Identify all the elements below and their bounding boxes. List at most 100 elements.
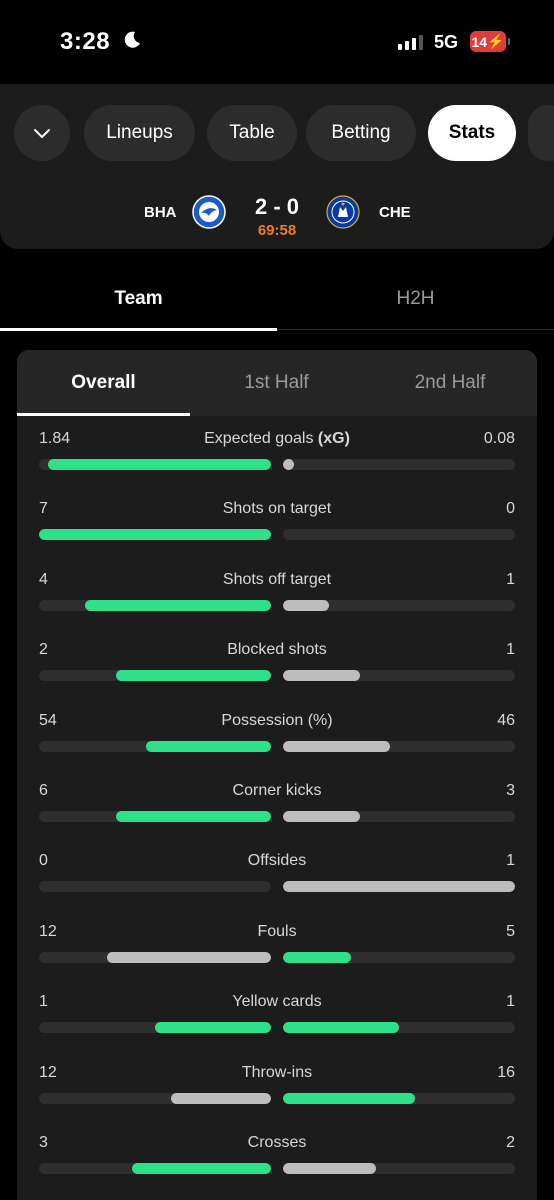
stat-name: Blocked shots — [227, 641, 327, 659]
away-value: 3 — [506, 781, 515, 799]
away-bar-fill — [283, 1162, 376, 1174]
stat-name: Yellow cards — [232, 993, 322, 1011]
away-bar — [283, 1022, 515, 1034]
away-bar — [283, 459, 515, 470]
home-bar-fill — [116, 670, 271, 682]
away-value: 1 — [506, 993, 515, 1011]
stat-name: Corner kicks — [232, 781, 322, 799]
away-bar-fill — [283, 951, 352, 963]
collapse-button[interactable] — [14, 105, 70, 161]
home-team-abbr: BHA — [144, 204, 177, 221]
home-bar — [39, 810, 271, 822]
home-bar — [39, 740, 271, 752]
home-bar-fill — [85, 599, 271, 611]
home-bar-fill — [116, 810, 271, 822]
away-bar — [283, 599, 515, 611]
home-bar — [39, 1162, 271, 1174]
home-bar — [39, 529, 271, 541]
away-value: 0 — [506, 500, 515, 518]
stat-row: 7 Shots on target 0 — [17, 486, 537, 556]
tab-lineups[interactable]: Lineups — [84, 105, 195, 161]
away-value: 5 — [506, 922, 515, 940]
status-bar: 3:28 5G 14 ⚡ — [0, 0, 554, 84]
stat-row: 3 Crosses 2 — [17, 1120, 537, 1190]
home-bar — [39, 1092, 271, 1104]
away-bar-fill — [283, 599, 330, 611]
home-bar-fill — [48, 459, 271, 470]
network-type: 5G — [434, 32, 459, 52]
away-bar-fill — [283, 881, 515, 893]
stat-row: 12 Fouls 5 — [17, 909, 537, 979]
period-tabs: Overall 1st Half 2nd Half — [17, 350, 537, 416]
tab-more-partial[interactable] — [528, 105, 554, 161]
home-bar — [39, 670, 271, 682]
away-bar — [283, 1092, 515, 1104]
away-bar — [283, 810, 515, 822]
clock-time: 3:28 — [60, 28, 111, 55]
score: 2 - 0 — [254, 194, 300, 219]
stat-name: Shots off target — [222, 570, 332, 588]
away-team-abbr: CHE — [379, 204, 411, 221]
home-bar — [39, 459, 271, 470]
home-bar-fill — [107, 951, 271, 963]
stat-row: 2 Blocked shots 1 — [17, 627, 537, 697]
chelsea-crest-icon — [326, 195, 360, 229]
stat-name: Expected goals (xG) — [17, 430, 537, 448]
away-bar-dot — [283, 459, 294, 470]
away-bar — [283, 670, 515, 682]
away-value: 1 — [506, 570, 515, 588]
home-bar-fill — [145, 740, 271, 752]
home-bar-fill — [155, 1022, 271, 1034]
away-bar — [283, 740, 515, 752]
stat-name: Shots on target — [222, 500, 332, 518]
tab-second-half[interactable]: 2nd Half — [363, 350, 537, 416]
stat-row: 1 Yellow cards 1 — [17, 979, 537, 1049]
away-bar — [283, 529, 515, 541]
away-value: 1 — [506, 641, 515, 659]
home-bar — [39, 1022, 271, 1034]
home-bar-fill — [171, 1092, 271, 1104]
tab-team[interactable]: Team — [0, 268, 277, 331]
brighton-crest-icon — [192, 195, 226, 229]
tab-stats[interactable]: Stats — [428, 105, 516, 161]
away-value: 16 — [497, 1063, 515, 1081]
tab-table[interactable]: Table — [207, 105, 297, 161]
home-bar — [39, 881, 271, 893]
tab-betting[interactable]: Betting — [306, 105, 416, 161]
away-bar — [283, 881, 515, 893]
chevron-down-icon — [34, 129, 50, 138]
away-bar-fill — [283, 740, 390, 752]
away-value: 2 — [506, 1133, 515, 1151]
home-bar-fill — [39, 529, 271, 541]
match-clock: 69:58 — [257, 222, 297, 239]
stat-name: Fouls — [257, 922, 297, 940]
view-tabs: Team H2H — [0, 268, 554, 331]
away-bar-fill — [283, 670, 361, 682]
stat-label: Expected goals — [204, 430, 314, 447]
stat-row: 0 Offsides 1 — [17, 838, 537, 908]
stat-suffix: (xG) — [317, 430, 350, 447]
home-bar — [39, 599, 271, 611]
stat-name: Crosses — [247, 1133, 307, 1151]
match-header: Lineups Table Betting Stats BHA 2 - 0 69… — [0, 84, 554, 249]
stat-row: 54 Possession (%) 46 — [17, 698, 537, 768]
away-value: 1 — [506, 852, 515, 870]
away-bar-fill — [283, 810, 361, 822]
away-value: 46 — [497, 711, 515, 729]
home-bar-fill — [131, 1162, 271, 1174]
stat-name: Throw-ins — [241, 1063, 313, 1081]
tab-first-half[interactable]: 1st Half — [190, 350, 363, 416]
moon-icon — [124, 31, 140, 48]
away-bar-fill — [283, 1022, 399, 1034]
stat-row: 4 Shots off target 1 — [17, 557, 537, 627]
battery-icon: 14 ⚡ — [470, 31, 510, 52]
tab-overall[interactable]: Overall — [17, 350, 190, 416]
away-bar-fill — [283, 1092, 416, 1104]
home-bar — [39, 951, 271, 963]
stat-name: Offsides — [247, 852, 307, 870]
stat-row: 1.84 Expected goals (xG) 0.08 — [17, 416, 537, 486]
tab-h2h[interactable]: H2H — [277, 268, 554, 330]
stat-row: 6 Corner kicks 3 — [17, 768, 537, 838]
stat-row: 12 Throw-ins 16 — [17, 1050, 537, 1120]
top-nav-tabs: Lineups Table Betting Stats — [0, 105, 554, 161]
